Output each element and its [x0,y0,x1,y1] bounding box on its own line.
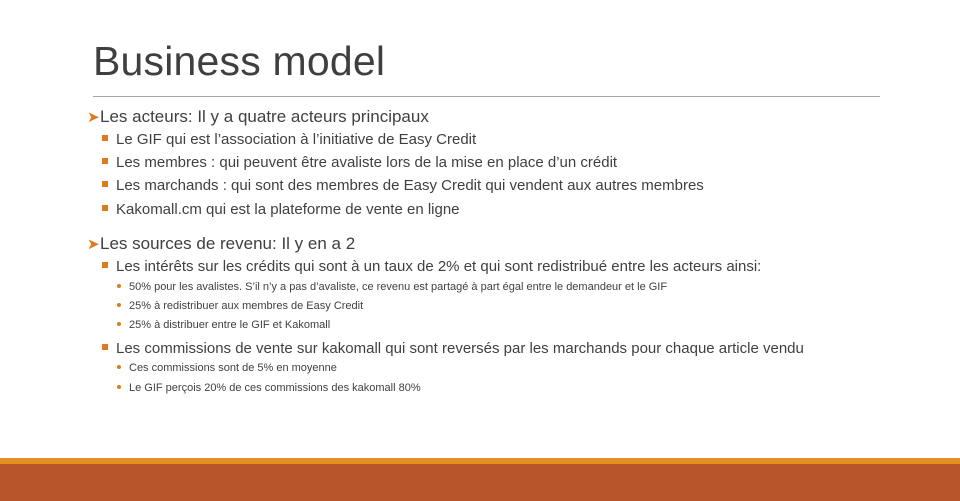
list-item: Les commissions de vente sur kakomall qu… [102,340,804,357]
list-item-text: Les membres : qui peuvent être avaliste … [116,154,618,171]
sub-list-item-text: 25% à redistribuer aux membres de Easy C… [129,300,364,312]
section-heading-acteurs: ➤Les acteurs: Il y a quatre acteurs prin… [87,107,429,127]
dot-bullet-icon [117,385,121,390]
list-item: Les membres : qui peuvent être avaliste … [102,154,617,171]
list-item-text: Les commissions de vente sur kakomall qu… [116,340,804,357]
list-item: Le GIF qui est l’association à l’initiat… [102,131,476,148]
sub-list-item-text: Le GIF perçois 20% de ces commissions de… [129,382,421,394]
square-bullet-icon [102,205,108,212]
sub-list-item: Ces commissions sont de 5% en moyenne [117,362,337,374]
sub-list-item: Le GIF perçois 20% de ces commissions de… [117,382,421,394]
square-bullet-icon [102,262,108,269]
slide: Business model ➤Les acteurs: Il y a quat… [0,0,960,501]
square-bullet-icon [102,158,108,165]
square-bullet-icon [102,181,108,188]
square-bullet-icon [102,344,108,351]
list-item-text: Kakomall.cm qui est la plateforme de ven… [116,201,460,218]
arrow-bullet-icon: ➤ [87,109,100,126]
arrow-bullet-icon: ➤ [87,236,100,253]
title-divider [93,96,880,97]
section-heading-revenu: ➤Les sources de revenu: Il y en a 2 [87,234,355,254]
dot-bullet-icon [117,284,121,289]
section-label: Les sources de revenu: Il y en a 2 [100,234,356,253]
dot-bullet-icon [117,303,121,308]
footer-band [0,464,960,501]
slide-title: Business model [93,38,386,84]
list-item-text: Les intérêts sur les crédits qui sont à … [116,258,762,275]
section-label: Les acteurs: Il y a quatre acteurs princ… [100,107,429,126]
list-item: Les intérêts sur les crédits qui sont à … [102,258,761,275]
sub-list-item: 25% à distribuer entre le GIF et Kakomal… [117,319,330,331]
list-item: Kakomall.cm qui est la plateforme de ven… [102,201,460,218]
square-bullet-icon [102,135,108,142]
list-item-text: Les marchands : qui sont des membres de … [116,177,704,194]
list-item: Les marchands : qui sont des membres de … [102,177,704,194]
dot-bullet-icon [117,322,121,327]
sub-list-item: 50% pour les avalistes. S’il n’y a pas d… [117,281,667,293]
list-item-text: Le GIF qui est l’association à l’initiat… [116,131,477,148]
sub-list-item-text: 50% pour les avalistes. S’il n’y a pas d… [129,281,668,293]
sub-list-item: 25% à redistribuer aux membres de Easy C… [117,300,363,312]
sub-list-item-text: 25% à distribuer entre le GIF et Kakomal… [129,319,331,331]
dot-bullet-icon [117,365,121,370]
sub-list-item-text: Ces commissions sont de 5% en moyenne [129,362,337,374]
